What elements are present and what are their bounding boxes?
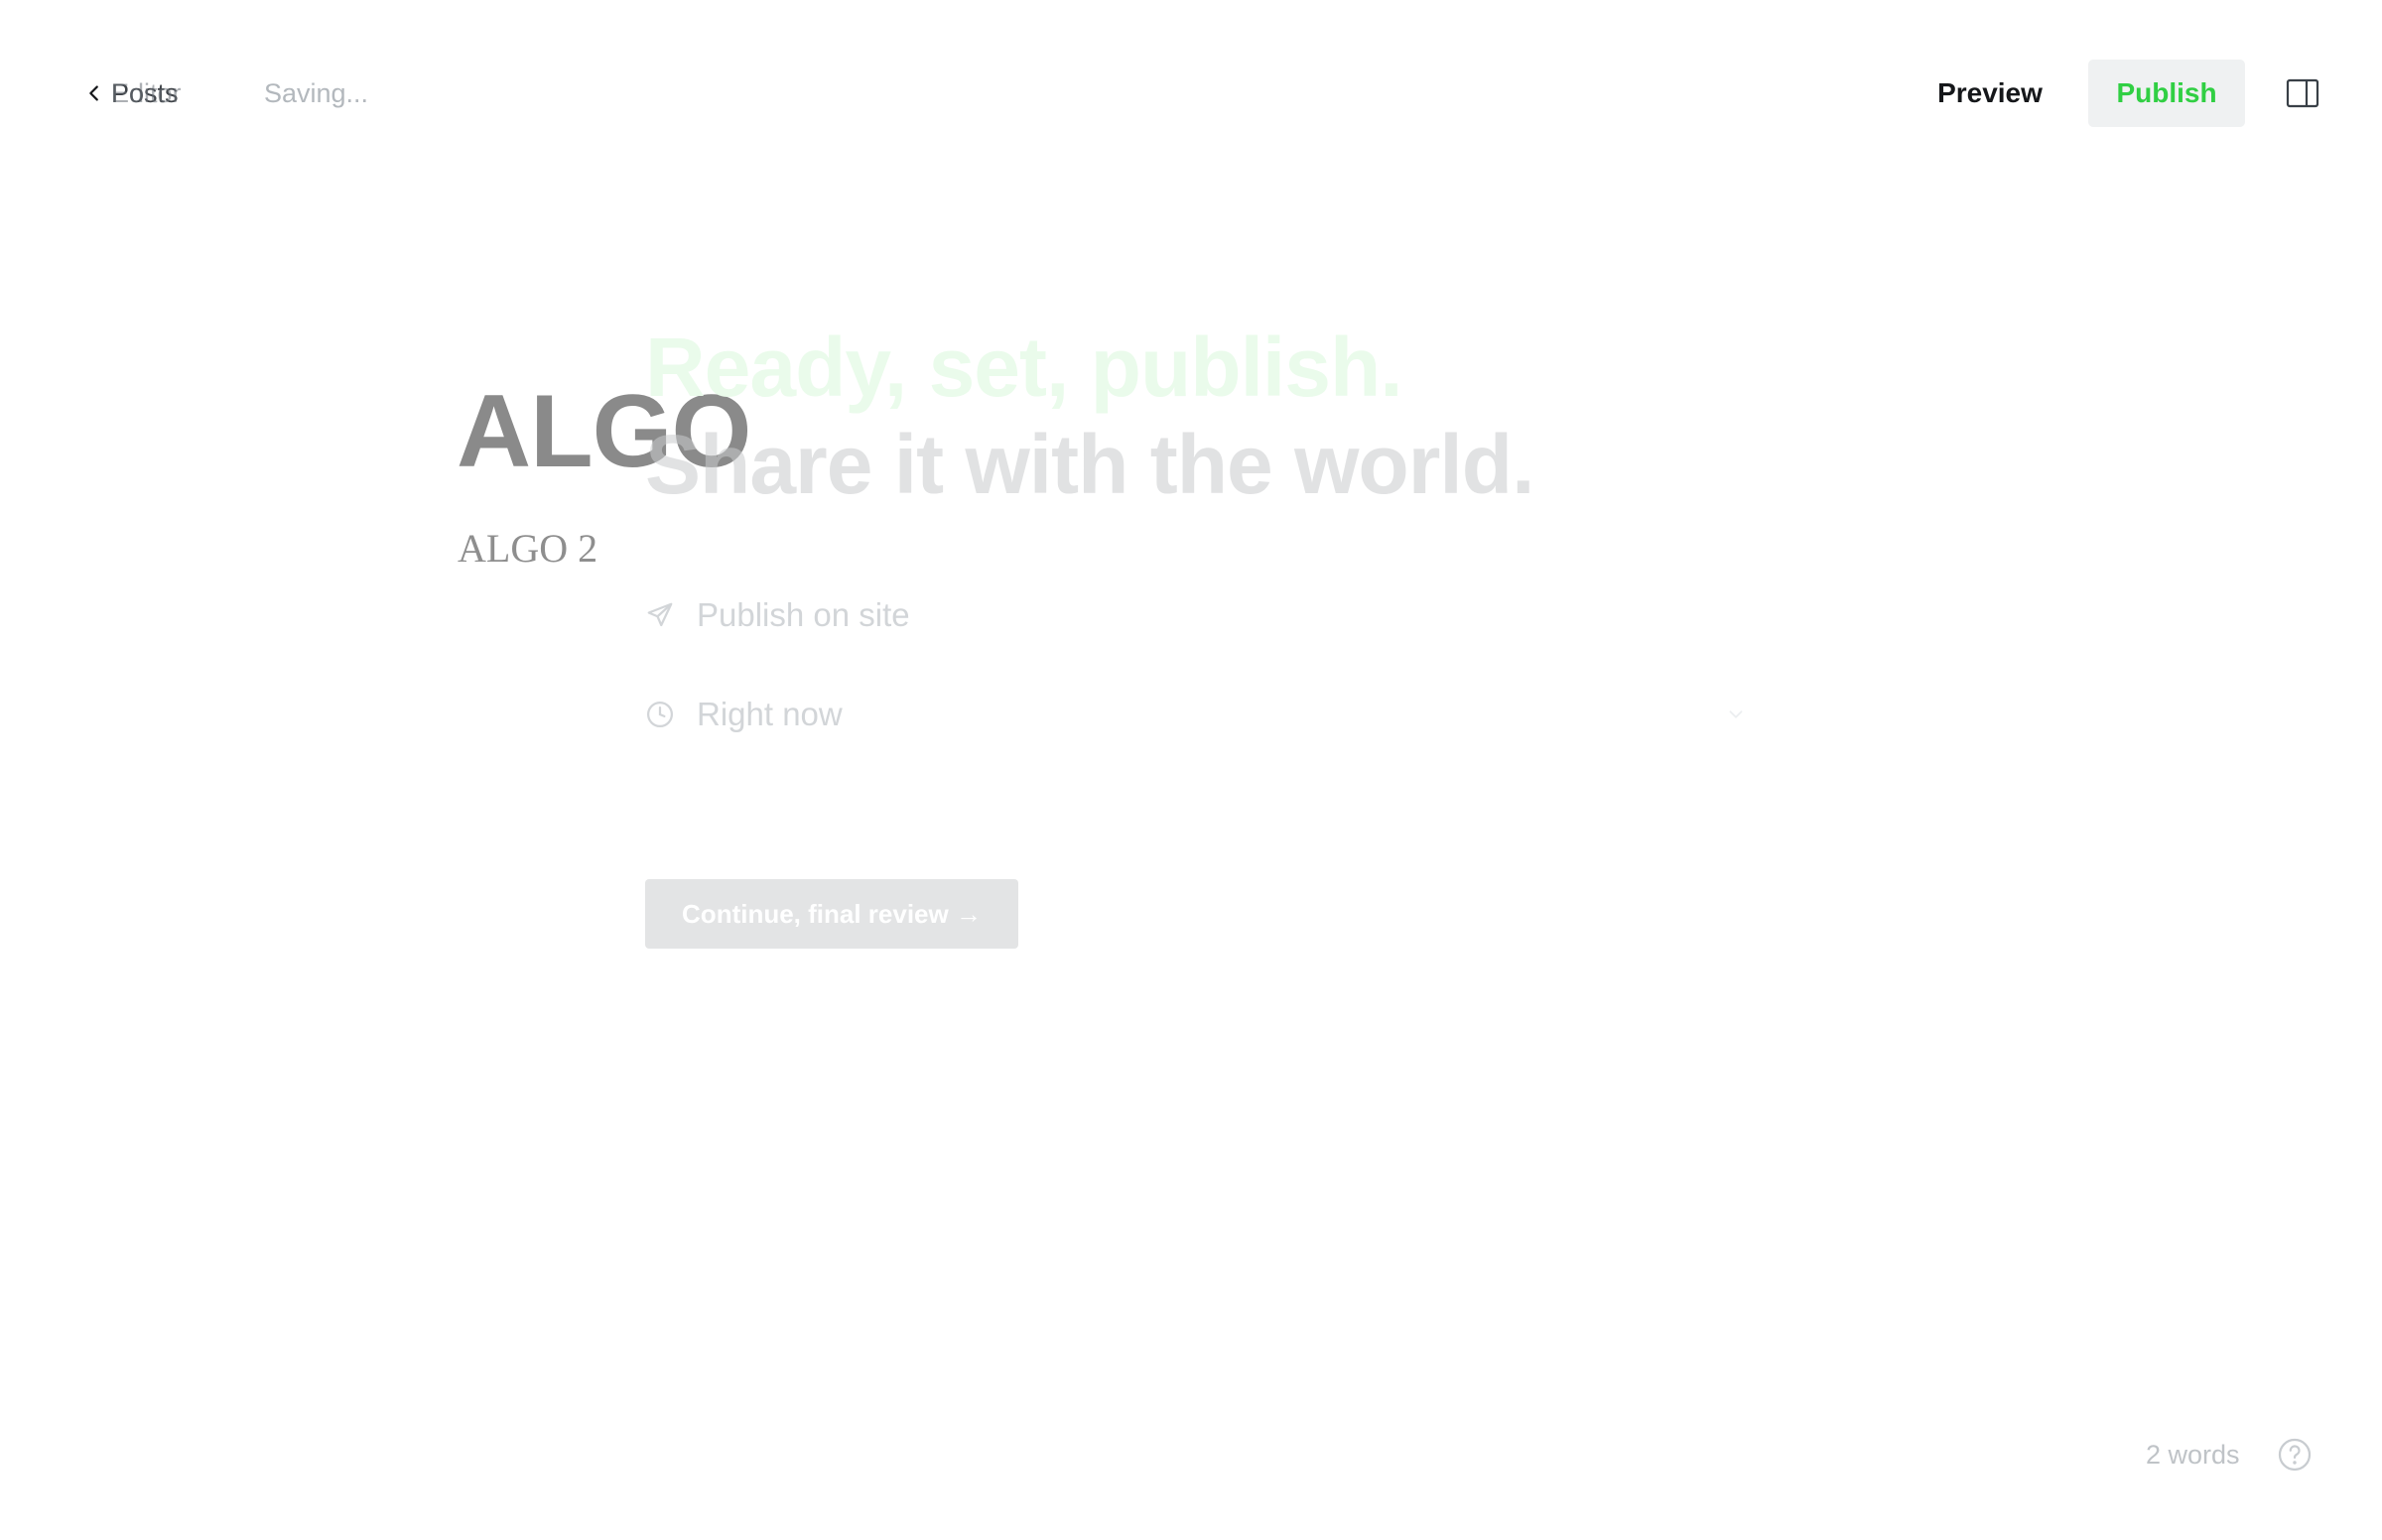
back-to-posts-link[interactable]: Posts Editor: [83, 73, 206, 113]
sidebar-toggle-button[interactable]: [2283, 73, 2322, 113]
publish-headline-secondary: Share it with the world.: [645, 418, 1534, 511]
clock-icon: [647, 702, 673, 727]
editor-page: Posts Editor Saving... Preview Publish A…: [0, 0, 2382, 1540]
post-excerpt[interactable]: ALGO 2: [458, 522, 597, 576]
continue-final-review-button[interactable]: Continue, final review →: [645, 879, 1018, 949]
send-icon: [647, 602, 673, 627]
publish-time-label: Right now: [697, 696, 843, 732]
back-label-stack: Posts Editor: [111, 73, 206, 113]
chevron-left-icon: [89, 85, 98, 101]
save-status: Saving...: [264, 78, 369, 108]
sidebar-toggle-icon: [2286, 78, 2319, 108]
chevron-down-icon: [1729, 710, 1743, 718]
publish-button[interactable]: Publish: [2088, 60, 2245, 127]
publish-time-option[interactable]: Right now: [645, 693, 1747, 736]
word-count: 2 words: [2146, 1440, 2240, 1470]
publish-destination-option[interactable]: Publish on site: [645, 593, 910, 637]
help-button[interactable]: [2275, 1435, 2315, 1475]
help-icon: [2278, 1438, 2312, 1472]
publish-destination-label: Publish on site: [697, 596, 910, 633]
publish-headline-primary: Ready, set, publish.: [645, 321, 1403, 414]
preview-button[interactable]: Preview: [1919, 60, 2060, 127]
back-label-overlay: Editor: [111, 78, 182, 108]
